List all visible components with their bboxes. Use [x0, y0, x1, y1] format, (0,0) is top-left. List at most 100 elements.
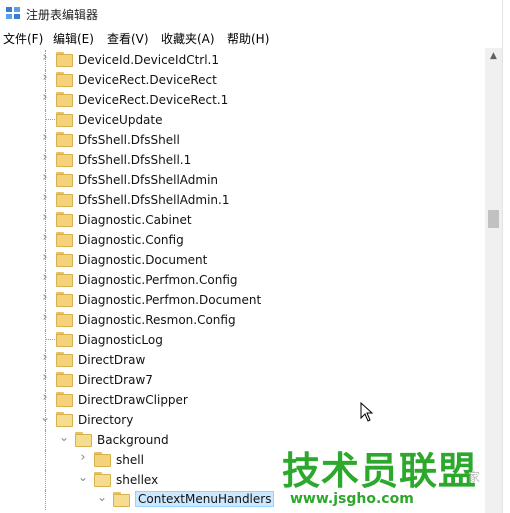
- tree-item[interactable]: › Diagnostic.Document: [0, 250, 485, 270]
- chevron-right-icon[interactable]: ›: [40, 211, 50, 224]
- chevron-right-icon[interactable]: ›: [40, 191, 50, 204]
- tree-item[interactable]: ⌄ Directory: [0, 410, 485, 430]
- folder-open-icon: [94, 472, 111, 487]
- folder-icon: [56, 352, 73, 367]
- folder-icon: [56, 132, 73, 147]
- regedit-icon: [6, 7, 20, 19]
- chevron-right-icon[interactable]: ›: [40, 151, 50, 164]
- folder-icon: [56, 172, 73, 187]
- folder-icon: [56, 152, 73, 167]
- tree-connector: [45, 119, 55, 120]
- folder-open-icon: [113, 492, 130, 507]
- chevron-right-icon[interactable]: ›: [40, 131, 50, 144]
- tree-item-label: DirectDraw7: [78, 373, 153, 387]
- tree-item[interactable]: › DfsShell.DfsShell.1: [0, 150, 485, 170]
- chevron-right-icon[interactable]: ›: [40, 291, 50, 304]
- folder-icon: [56, 72, 73, 87]
- watermark-url: www.jsgho.com: [290, 491, 414, 507]
- window-edge: [502, 0, 510, 513]
- tree-item-label: DfsShell.DfsShellAdmin: [78, 173, 219, 187]
- tree-item-label: DeviceId.DeviceIdCtrl.1: [78, 53, 220, 67]
- tree-item[interactable]: › Diagnostic.Config: [0, 230, 485, 250]
- mouse-cursor-icon: [360, 402, 374, 422]
- chevron-right-icon[interactable]: ›: [40, 351, 50, 364]
- tree-item[interactable]: › Diagnostic.Perfmon.Document: [0, 290, 485, 310]
- title-bar: 注册表编辑器: [0, 0, 510, 28]
- tree-guide-line: [45, 430, 46, 450]
- chevron-down-icon[interactable]: ⌄: [97, 491, 107, 503]
- scroll-thumb[interactable]: [488, 210, 499, 228]
- chevron-down-icon[interactable]: ⌄: [59, 431, 69, 443]
- folder-open-icon: [75, 432, 92, 447]
- tree-guide-line: [45, 330, 46, 350]
- tree-item-label: DeviceUpdate: [78, 113, 163, 127]
- tree-item[interactable]: › Diagnostic.Resmon.Config: [0, 310, 485, 330]
- tree-item-label: Diagnostic.Perfmon.Document: [78, 293, 262, 307]
- menu-bar: 文件(F) 编辑(E) 查看(V) 收藏夹(A) 帮助(H): [0, 28, 510, 48]
- chevron-right-icon[interactable]: ›: [40, 391, 50, 404]
- tree-item[interactable]: › DfsShell.DfsShellAdmin: [0, 170, 485, 190]
- tree-item-label: DeviceRect.DeviceRect: [78, 73, 217, 87]
- tree-guide-line: [45, 450, 46, 470]
- folder-icon: [56, 392, 73, 407]
- tree-item-label: Diagnostic.Cabinet: [78, 213, 192, 227]
- chevron-right-icon[interactable]: ›: [40, 251, 50, 264]
- chevron-right-icon[interactable]: ›: [40, 71, 50, 84]
- chevron-right-icon[interactable]: ›: [40, 231, 50, 244]
- chevron-right-icon[interactable]: ›: [40, 91, 50, 104]
- tree-item-label: DirectDraw: [78, 353, 146, 367]
- tree-item[interactable]: › DfsShell.DfsShell: [0, 130, 485, 150]
- tree-item-label: DeviceRect.DeviceRect.1: [78, 93, 229, 107]
- folder-icon: [56, 192, 73, 207]
- tree-item[interactable]: › DeviceId.DeviceIdCtrl.1: [0, 50, 485, 70]
- tree-item-label: DfsShell.DfsShell: [78, 133, 180, 147]
- scroll-up-icon[interactable]: ▲: [485, 48, 502, 65]
- chevron-right-icon[interactable]: ›: [78, 451, 88, 464]
- tree-item-label: DfsShell.DfsShellAdmin.1: [78, 193, 230, 207]
- chevron-right-icon[interactable]: ›: [40, 311, 50, 324]
- folder-icon: [56, 52, 73, 67]
- folder-icon: [56, 272, 73, 287]
- folder-icon: [56, 212, 73, 227]
- menu-view[interactable]: 查看(V): [107, 30, 149, 47]
- chevron-down-icon[interactable]: ⌄: [40, 411, 50, 423]
- watermark-brand: 技术员联盟: [282, 449, 478, 493]
- chevron-right-icon[interactable]: ›: [40, 371, 50, 384]
- menu-file[interactable]: 文件(F): [3, 30, 43, 47]
- tree-item[interactable]: › DeviceRect.DeviceRect: [0, 70, 485, 90]
- tree-item-label: Diagnostic.Resmon.Config: [78, 313, 236, 327]
- tree-item-label: Background: [97, 433, 169, 447]
- folder-icon: [56, 372, 73, 387]
- tree-item-label: DiagnosticLog: [78, 333, 163, 347]
- chevron-right-icon[interactable]: ›: [40, 171, 50, 184]
- tree-item-label: DirectDrawClipper: [78, 393, 188, 407]
- menu-favorites[interactable]: 收藏夹(A): [161, 30, 215, 47]
- tree-item[interactable]: › DirectDraw7: [0, 370, 485, 390]
- tree-item-label: Diagnostic.Perfmon.Config: [78, 273, 238, 287]
- tree-item[interactable]: › Diagnostic.Perfmon.Config: [0, 270, 485, 290]
- watermark: 技术员联盟 家 www.jsgho.com: [282, 440, 502, 513]
- tree-item-label: ContextMenuHandlers: [135, 491, 275, 507]
- folder-icon: [94, 452, 111, 467]
- chevron-right-icon[interactable]: ›: [40, 271, 50, 284]
- tree-item[interactable]: › DirectDrawClipper: [0, 390, 485, 410]
- chevron-down-icon[interactable]: ⌄: [78, 471, 88, 483]
- tree-item-label: Directory: [78, 413, 134, 427]
- tree-item[interactable]: DiagnosticLog: [0, 330, 485, 350]
- folder-icon: [56, 332, 73, 347]
- tree-item-label: shell: [116, 453, 144, 467]
- tree-connector: [45, 339, 55, 340]
- folder-icon: [56, 292, 73, 307]
- tree-item[interactable]: › Diagnostic.Cabinet: [0, 210, 485, 230]
- folder-icon: [56, 232, 73, 247]
- menu-edit[interactable]: 编辑(E): [53, 30, 94, 47]
- tree-item[interactable]: › DfsShell.DfsShellAdmin.1: [0, 190, 485, 210]
- chevron-right-icon[interactable]: ›: [40, 51, 50, 64]
- tree-item[interactable]: › DirectDraw: [0, 350, 485, 370]
- tree-item[interactable]: DeviceUpdate: [0, 110, 485, 130]
- tree-item[interactable]: › DeviceRect.DeviceRect.1: [0, 90, 485, 110]
- menu-help[interactable]: 帮助(H): [227, 30, 269, 47]
- tree-guide-line: [45, 490, 46, 510]
- folder-icon: [56, 312, 73, 327]
- folder-icon: [56, 252, 73, 267]
